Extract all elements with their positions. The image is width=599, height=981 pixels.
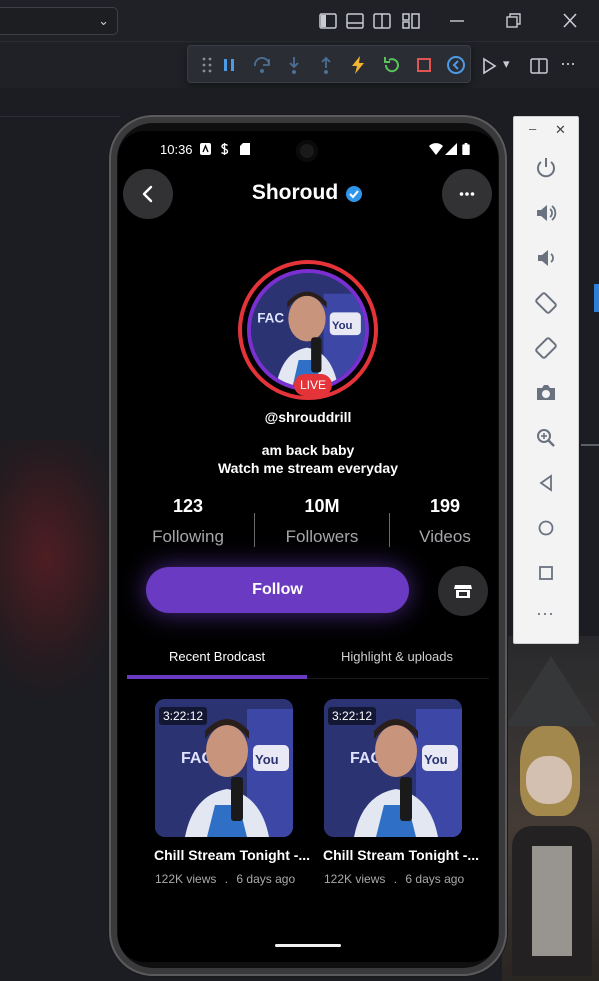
video-age: 6 days ago (236, 872, 296, 886)
home-icon[interactable] (532, 514, 560, 542)
video-views: 122K views (155, 872, 217, 886)
stat-videos-label[interactable]: Videos (390, 527, 498, 547)
stat-videos-count: 199 (429, 496, 461, 516)
stat-divider (254, 513, 255, 547)
more-horizontal-icon (459, 192, 475, 196)
customize-layout-icon[interactable] (401, 11, 421, 31)
emulator-controls-panel: – ✕ ··· (513, 116, 579, 644)
hot-reload-icon[interactable] (347, 54, 369, 76)
camera-icon[interactable] (532, 379, 560, 407)
arrow-back-icon (142, 185, 153, 203)
volume-up-icon[interactable] (532, 199, 560, 227)
step-out-icon[interactable] (315, 54, 337, 76)
power-icon[interactable] (532, 154, 560, 182)
stop-icon[interactable] (413, 54, 435, 76)
video-title[interactable]: Chill Stream Tonight -... (154, 847, 315, 863)
video-title[interactable]: Chill Stream Tonight -... (323, 847, 484, 863)
live-badge: LIVE (294, 374, 332, 396)
profile-bio-line-1: am back baby (261, 442, 355, 458)
profile-handle: @shrouddrill (264, 409, 352, 425)
stat-followers-label[interactable]: Followers (267, 527, 377, 547)
video-card[interactable]: FAC You 3:22:12 Chill Stream Tonight -..… (154, 699, 315, 886)
video-meta: 122K views . 6 days ago (155, 872, 315, 886)
video-card[interactable]: FAC You 3:22:12 Chill Stream Tonight -..… (323, 699, 484, 886)
run-icon[interactable] (478, 55, 500, 77)
storefront-icon (454, 585, 472, 598)
emulator-close-button[interactable]: ✕ (555, 122, 566, 138)
wifi-icon (429, 143, 443, 155)
more-options-button[interactable] (442, 169, 492, 219)
ide-title-bar: ⌄ (0, 0, 599, 42)
stat-following-label[interactable]: Following (133, 527, 243, 547)
pause-icon[interactable] (218, 54, 240, 76)
run-options-chevron-icon[interactable]: ▾ (503, 56, 510, 72)
step-into-icon[interactable] (283, 54, 305, 76)
svg-text:You: You (424, 752, 448, 767)
svg-text:You: You (332, 320, 353, 332)
stat-followers-count: 10M (304, 496, 340, 516)
shop-button[interactable] (438, 566, 488, 616)
video-duration: 3:22:12 (328, 707, 377, 725)
meta-separator: . (224, 872, 229, 886)
profile-name: Shoroud (251, 181, 339, 204)
video-thumbnail[interactable]: FAC You 3:22:12 (324, 699, 462, 837)
chevron-down-icon: ⌄ (98, 13, 109, 28)
svg-text:FAC: FAC (257, 311, 284, 326)
scrollbar-indicator (594, 284, 599, 312)
editor-ruler (581, 444, 599, 446)
verified-badge-icon (346, 186, 362, 202)
status-bar: 10:36 (118, 131, 498, 169)
restore-window-icon[interactable] (501, 10, 525, 32)
overview-icon[interactable] (532, 559, 560, 587)
volume-down-icon[interactable] (532, 244, 560, 272)
phone-screen: 10:36 Shoroud FAC You LIVE @shrouddrill … (118, 131, 498, 962)
rotate-right-icon[interactable] (532, 334, 560, 362)
video-views: 122K views (324, 872, 386, 886)
editor-divider (0, 116, 120, 117)
video-age: 6 days ago (405, 872, 465, 886)
front-camera (296, 140, 318, 162)
wallpaper-character-art (502, 636, 599, 981)
follow-button[interactable]: Follow (146, 567, 409, 613)
step-over-icon[interactable] (251, 54, 273, 76)
drag-handle-icon[interactable] (196, 54, 218, 76)
back-icon[interactable] (532, 469, 560, 497)
devtools-icon[interactable] (445, 54, 467, 76)
battery-icon (462, 143, 470, 155)
close-window-icon[interactable] (558, 10, 582, 32)
avatar-image: FAC You (251, 273, 365, 387)
more-actions-icon[interactable]: ··· (560, 53, 576, 74)
toggle-secondary-sidebar-icon[interactable] (372, 11, 392, 31)
emulator-more-icon[interactable]: ··· (536, 603, 554, 624)
status-time: 10:36 (160, 142, 193, 157)
toggle-panel-icon[interactable] (345, 11, 365, 31)
hot-restart-icon[interactable] (381, 54, 403, 76)
zoom-icon[interactable] (532, 424, 560, 452)
minimize-window-icon[interactable] (445, 10, 469, 32)
split-editor-icon[interactable] (528, 55, 550, 77)
profile-bio-line-2: Watch me stream everyday (217, 460, 399, 476)
meta-separator: . (393, 872, 398, 886)
emulator-minimize-button[interactable]: – (529, 121, 536, 136)
app-notification-icon (200, 143, 211, 155)
signal-icon (445, 143, 457, 155)
stat-following-count: 123 (172, 496, 204, 516)
sd-card-icon (240, 143, 250, 155)
svg-text:You: You (255, 752, 279, 767)
video-meta: 122K views . 6 days ago (324, 872, 484, 886)
active-tab-indicator (127, 675, 307, 679)
tab-recent-broadcast[interactable]: Recent Brodcast (169, 649, 265, 664)
debug-toolbar (187, 45, 471, 83)
gesture-home-bar[interactable] (275, 944, 341, 947)
video-duration: 3:22:12 (159, 707, 208, 725)
rotate-left-icon[interactable] (532, 289, 560, 317)
configuration-dropdown[interactable]: ⌄ (0, 7, 118, 35)
video-thumbnail[interactable]: FAC You 3:22:12 (155, 699, 293, 837)
emulator-panel-header: – ✕ (514, 117, 578, 145)
dollar-notification-icon (221, 143, 229, 155)
back-button[interactable] (123, 169, 173, 219)
tab-highlights-uploads[interactable]: Highlight & uploads (341, 649, 453, 664)
toggle-primary-sidebar-icon[interactable] (318, 11, 338, 31)
